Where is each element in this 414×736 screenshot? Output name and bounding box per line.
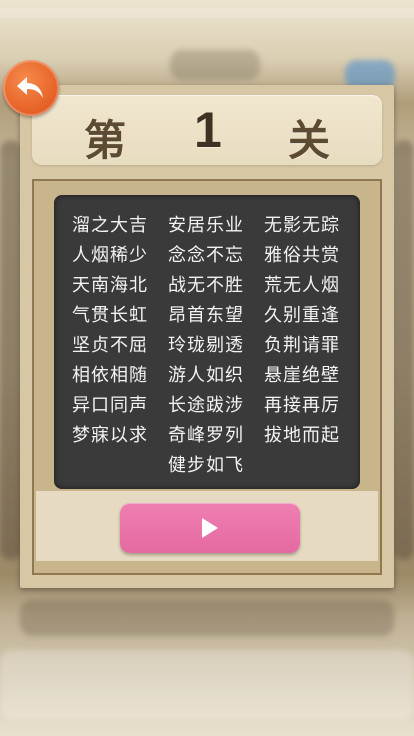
idiom-item: 荒无人烟 — [264, 275, 340, 296]
play-icon — [202, 518, 218, 538]
idiom-item: 负荆请罪 — [264, 335, 340, 356]
level-panel: 第 1 关 溜之大吉 人烟稀少 天南海北 气贯长虹 坚贞不屈 相依相随 异口同声… — [20, 85, 394, 588]
idiom-item: 溜之大吉 — [72, 215, 148, 236]
idiom-item: 奇峰罗列 — [168, 425, 244, 446]
idiom-item: 梦寐以求 — [72, 425, 148, 446]
level-suffix: 关 — [288, 116, 331, 165]
idiom-item: 拔地而起 — [264, 425, 340, 446]
idiom-item: 玲珑剔透 — [168, 335, 244, 356]
idiom-item: 游人如织 — [168, 365, 244, 386]
idiom-item: 久别重逢 — [264, 305, 340, 326]
idiom-item: 人烟稀少 — [72, 245, 148, 266]
background-blur — [394, 140, 414, 560]
idiom-item: 坚贞不屈 — [72, 335, 148, 356]
level-number: 1 — [194, 102, 222, 158]
idiom-item: 昂首东望 — [168, 305, 244, 326]
idiom-board: 溜之大吉 人烟稀少 天南海北 气贯长虹 坚贞不屈 相依相随 异口同声 梦寐以求 … — [54, 195, 360, 489]
back-arrow-icon — [17, 77, 43, 98]
idiom-item: 念念不忘 — [168, 245, 244, 266]
idiom-item: 战无不胜 — [168, 275, 244, 296]
background-blur — [0, 140, 22, 560]
idiom-item: 健步如飞 — [168, 455, 244, 476]
level-title-bar: 第 1 关 — [32, 95, 382, 165]
play-area — [36, 491, 378, 561]
background-blur — [0, 650, 414, 720]
idiom-item: 相依相随 — [72, 365, 148, 386]
idiom-item: 安居乐业 — [168, 215, 244, 236]
idiom-item: 再接再厉 — [264, 395, 340, 416]
level-prefix: 第 — [84, 116, 127, 165]
idiom-column-3: 无影无踪 雅俗共赏 荒无人烟 久别重逢 负荆请罪 悬崖绝壁 再接再厉 拔地而起 — [258, 211, 346, 451]
idiom-item: 无影无踪 — [264, 215, 340, 236]
idiom-item: 异口同声 — [72, 395, 148, 416]
content-frame: 溜之大吉 人烟稀少 天南海北 气贯长虹 坚贞不屈 相依相随 异口同声 梦寐以求 … — [32, 179, 382, 575]
idiom-item: 长途跋涉 — [168, 395, 244, 416]
idiom-item: 雅俗共赏 — [264, 245, 340, 266]
idiom-item: 气贯长虹 — [72, 305, 148, 326]
back-button[interactable] — [3, 60, 59, 116]
background-stripe — [0, 8, 414, 18]
idiom-item: 天南海北 — [72, 275, 148, 296]
background-blur — [20, 600, 394, 636]
idiom-column-1: 溜之大吉 人烟稀少 天南海北 气贯长虹 坚贞不屈 相依相随 异口同声 梦寐以求 — [66, 211, 154, 451]
idiom-item: 悬崖绝壁 — [264, 365, 340, 386]
idiom-column-2: 安居乐业 念念不忘 战无不胜 昂首东望 玲珑剔透 游人如织 长途跋涉 奇峰罗列 … — [162, 211, 250, 481]
background-blur — [170, 50, 260, 80]
play-button[interactable] — [120, 503, 300, 553]
